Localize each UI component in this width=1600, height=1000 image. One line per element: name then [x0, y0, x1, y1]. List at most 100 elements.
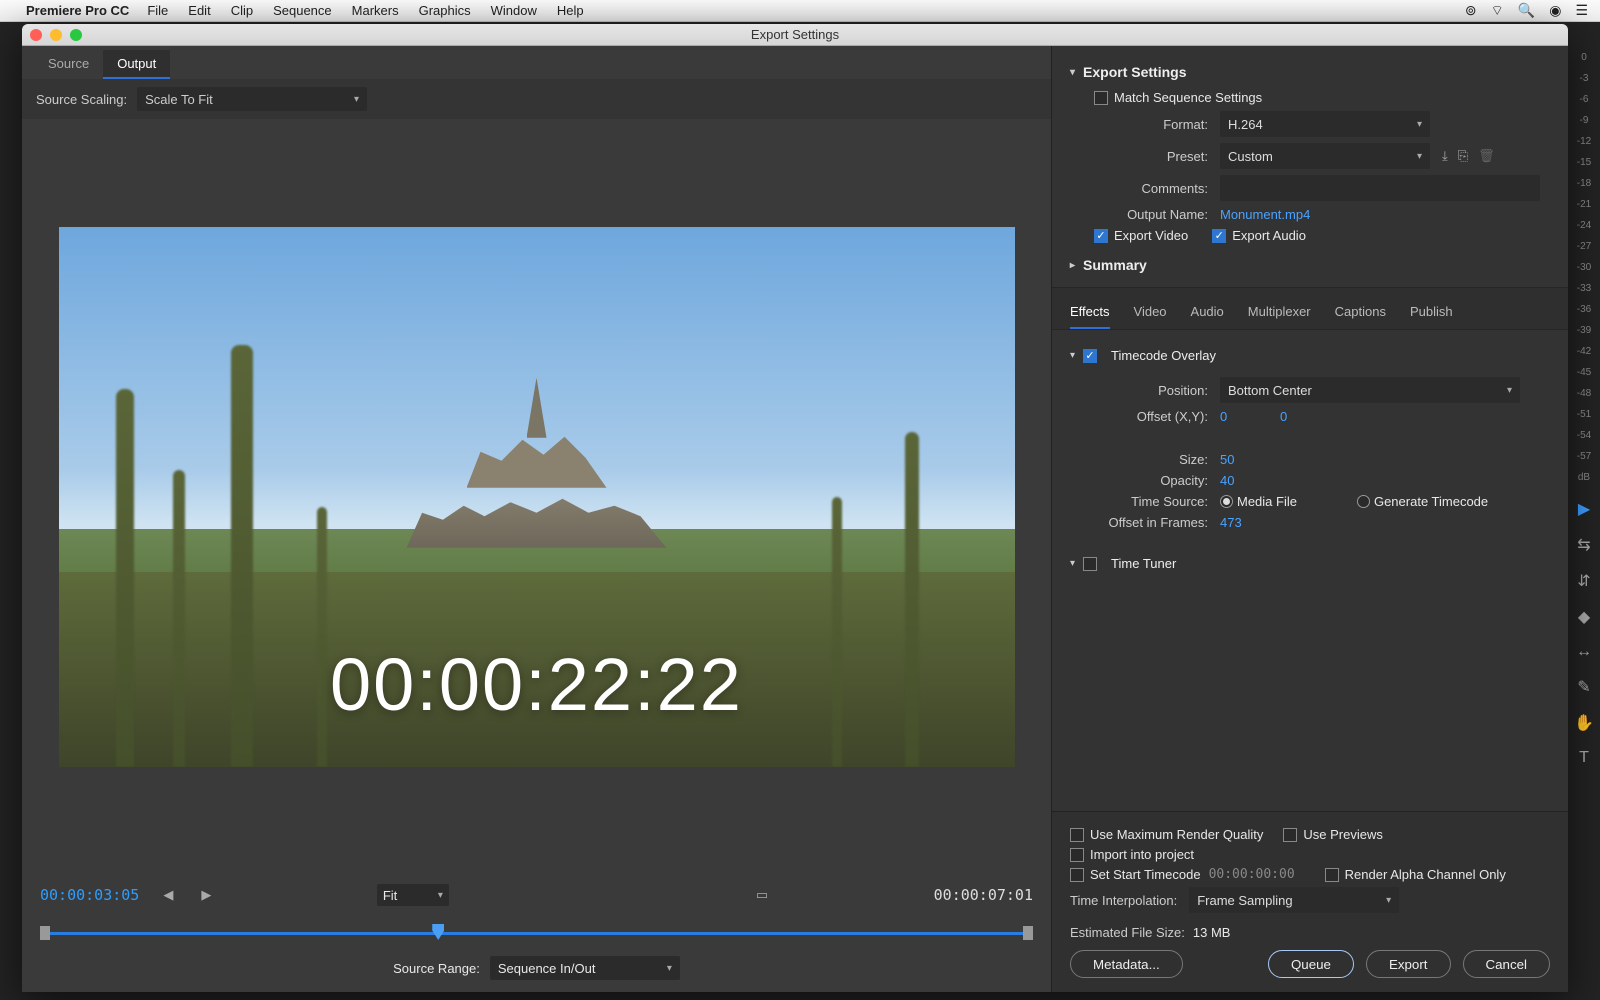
summary-header[interactable]: ▾ Summary	[1070, 249, 1550, 277]
tab-publish[interactable]: Publish	[1410, 298, 1453, 329]
time-tuner-checkbox[interactable]	[1083, 557, 1097, 571]
queue-button[interactable]: Queue	[1268, 950, 1354, 978]
offset-frames-input[interactable]: 473	[1220, 515, 1242, 530]
source-range-dropdown[interactable]: Sequence In/Out ▾	[490, 956, 680, 980]
save-preset-icon[interactable]: ⤓	[1442, 148, 1448, 164]
menu-file[interactable]: File	[147, 3, 168, 18]
type-tool-icon[interactable]: T	[1579, 749, 1589, 767]
siri-icon[interactable]: ◉	[1549, 2, 1561, 19]
menu-window[interactable]: Window	[491, 3, 537, 18]
timesource-generate-label: Generate Timecode	[1374, 494, 1488, 509]
metadata-button[interactable]: Metadata...	[1070, 950, 1183, 978]
chevron-down-icon: ▾	[667, 963, 672, 974]
timecode-overlay-checkbox[interactable]: ✓	[1083, 349, 1097, 363]
import-preset-icon[interactable]: ⎘	[1458, 148, 1468, 164]
wifi-icon[interactable]: ⌔	[1491, 2, 1504, 20]
cancel-button[interactable]: Cancel	[1463, 950, 1551, 978]
import-project-checkbox[interactable]	[1070, 848, 1084, 862]
aspect-correction-icon[interactable]: ▭	[752, 885, 772, 905]
work-area-slider[interactable]	[40, 924, 1033, 942]
step-forward-icon[interactable]: ▶	[197, 885, 215, 905]
time-tuner-header[interactable]: ▾ Time Tuner	[1070, 548, 1550, 579]
close-window-icon[interactable]	[30, 29, 42, 41]
db-tick: -21	[1577, 199, 1591, 210]
db-tick: -9	[1580, 115, 1589, 126]
settings-panel: ▾ Export Settings Match Sequence Setting…	[1052, 46, 1568, 992]
timesource-generate-radio[interactable]	[1357, 495, 1370, 508]
import-project-label: Import into project	[1090, 847, 1194, 862]
tab-source[interactable]: Source	[34, 50, 103, 79]
menu-markers[interactable]: Markers	[352, 3, 399, 18]
menu-help[interactable]: Help	[557, 3, 584, 18]
pen-tool-icon[interactable]: ✎	[1577, 677, 1590, 697]
size-input[interactable]: 50	[1220, 452, 1234, 467]
app-name[interactable]: Premiere Pro CC	[26, 3, 129, 18]
chevron-down-icon: ▾	[1386, 895, 1391, 906]
render-alpha-checkbox[interactable]	[1325, 868, 1339, 882]
ripple-edit-icon[interactable]: ⇆	[1577, 535, 1590, 555]
match-sequence-label: Match Sequence Settings	[1114, 90, 1262, 105]
razor-tool-icon[interactable]: ◆	[1578, 607, 1590, 627]
minimize-window-icon[interactable]	[50, 29, 62, 41]
offset-frames-label: Offset in Frames:	[1070, 515, 1220, 530]
playhead-icon[interactable]	[432, 924, 444, 940]
outputname-link[interactable]: Monument.mp4	[1220, 207, 1310, 222]
delete-preset-icon[interactable]: 🗑	[1478, 148, 1495, 164]
use-previews-checkbox[interactable]	[1283, 828, 1297, 842]
position-label: Position:	[1070, 383, 1220, 398]
tab-output[interactable]: Output	[103, 50, 170, 79]
tab-effects[interactable]: Effects	[1070, 298, 1110, 329]
position-dropdown[interactable]: Bottom Center ▾	[1220, 377, 1520, 403]
timecode-overlay-title: Timecode Overlay	[1111, 348, 1216, 363]
menu-graphics[interactable]: Graphics	[419, 3, 471, 18]
opacity-input[interactable]: 40	[1220, 473, 1234, 488]
tab-audio[interactable]: Audio	[1191, 298, 1224, 329]
step-back-icon[interactable]: ◀	[159, 885, 177, 905]
offset-y-input[interactable]: 0	[1280, 409, 1287, 424]
start-tc-value[interactable]: 00:00:00:00	[1209, 867, 1295, 882]
export-button[interactable]: Export	[1366, 950, 1451, 978]
format-value: H.264	[1228, 117, 1263, 132]
menu-clip[interactable]: Clip	[231, 3, 253, 18]
db-tick: -45	[1577, 367, 1591, 378]
zoom-fit-dropdown[interactable]: Fit ▾	[377, 884, 449, 906]
current-timecode[interactable]: 00:00:03:05	[40, 886, 139, 904]
set-start-tc-checkbox[interactable]	[1070, 868, 1084, 882]
match-sequence-checkbox[interactable]	[1094, 91, 1108, 105]
export-settings-header[interactable]: ▾ Export Settings	[1070, 56, 1550, 84]
export-audio-label: Export Audio	[1232, 228, 1306, 243]
offset-x-input[interactable]: 0	[1220, 409, 1280, 424]
menu-list-icon[interactable]: ☰	[1575, 2, 1588, 19]
source-scaling-dropdown[interactable]: Scale To Fit ▾	[137, 87, 367, 111]
timecode-overlay-header[interactable]: ▾ ✓ Timecode Overlay	[1070, 340, 1550, 371]
max-render-checkbox[interactable]	[1070, 828, 1084, 842]
timesource-media-radio[interactable]	[1220, 495, 1233, 508]
db-tick: -12	[1577, 136, 1591, 147]
selection-tool-icon[interactable]: ▶	[1578, 499, 1590, 519]
hand-tool-icon[interactable]: ✋	[1574, 713, 1594, 733]
db-tick: -48	[1577, 388, 1591, 399]
time-interp-label: Time Interpolation:	[1070, 893, 1189, 908]
audio-meter-strip: 0 -3 -6 -9 -12 -15 -18 -21 -24 -27 -30 -…	[1568, 46, 1600, 1000]
summary-title: Summary	[1083, 257, 1147, 273]
cc-cloud-icon[interactable]: ⊚	[1465, 2, 1477, 19]
comments-input[interactable]	[1220, 175, 1540, 201]
tab-video[interactable]: Video	[1134, 298, 1167, 329]
menu-sequence[interactable]: Sequence	[273, 3, 332, 18]
preset-label: Preset:	[1070, 149, 1220, 164]
spotlight-icon[interactable]: 🔍	[1518, 2, 1535, 19]
menu-edit[interactable]: Edit	[188, 3, 210, 18]
rate-stretch-icon[interactable]: ⇵	[1577, 571, 1590, 591]
chevron-right-icon: ▾	[1067, 262, 1078, 267]
format-dropdown[interactable]: H.264 ▾	[1220, 111, 1430, 137]
slip-tool-icon[interactable]: ↔	[1576, 643, 1592, 661]
preset-dropdown[interactable]: Custom ▾	[1220, 143, 1430, 169]
zoom-window-icon[interactable]	[70, 29, 82, 41]
export-video-checkbox[interactable]: ✓	[1094, 229, 1108, 243]
time-interp-dropdown[interactable]: Frame Sampling ▾	[1189, 887, 1399, 913]
tab-multiplexer[interactable]: Multiplexer	[1248, 298, 1311, 329]
export-audio-checkbox[interactable]: ✓	[1212, 229, 1226, 243]
db-tick: -57	[1577, 451, 1591, 462]
tab-captions[interactable]: Captions	[1335, 298, 1386, 329]
opacity-label: Opacity:	[1070, 473, 1220, 488]
